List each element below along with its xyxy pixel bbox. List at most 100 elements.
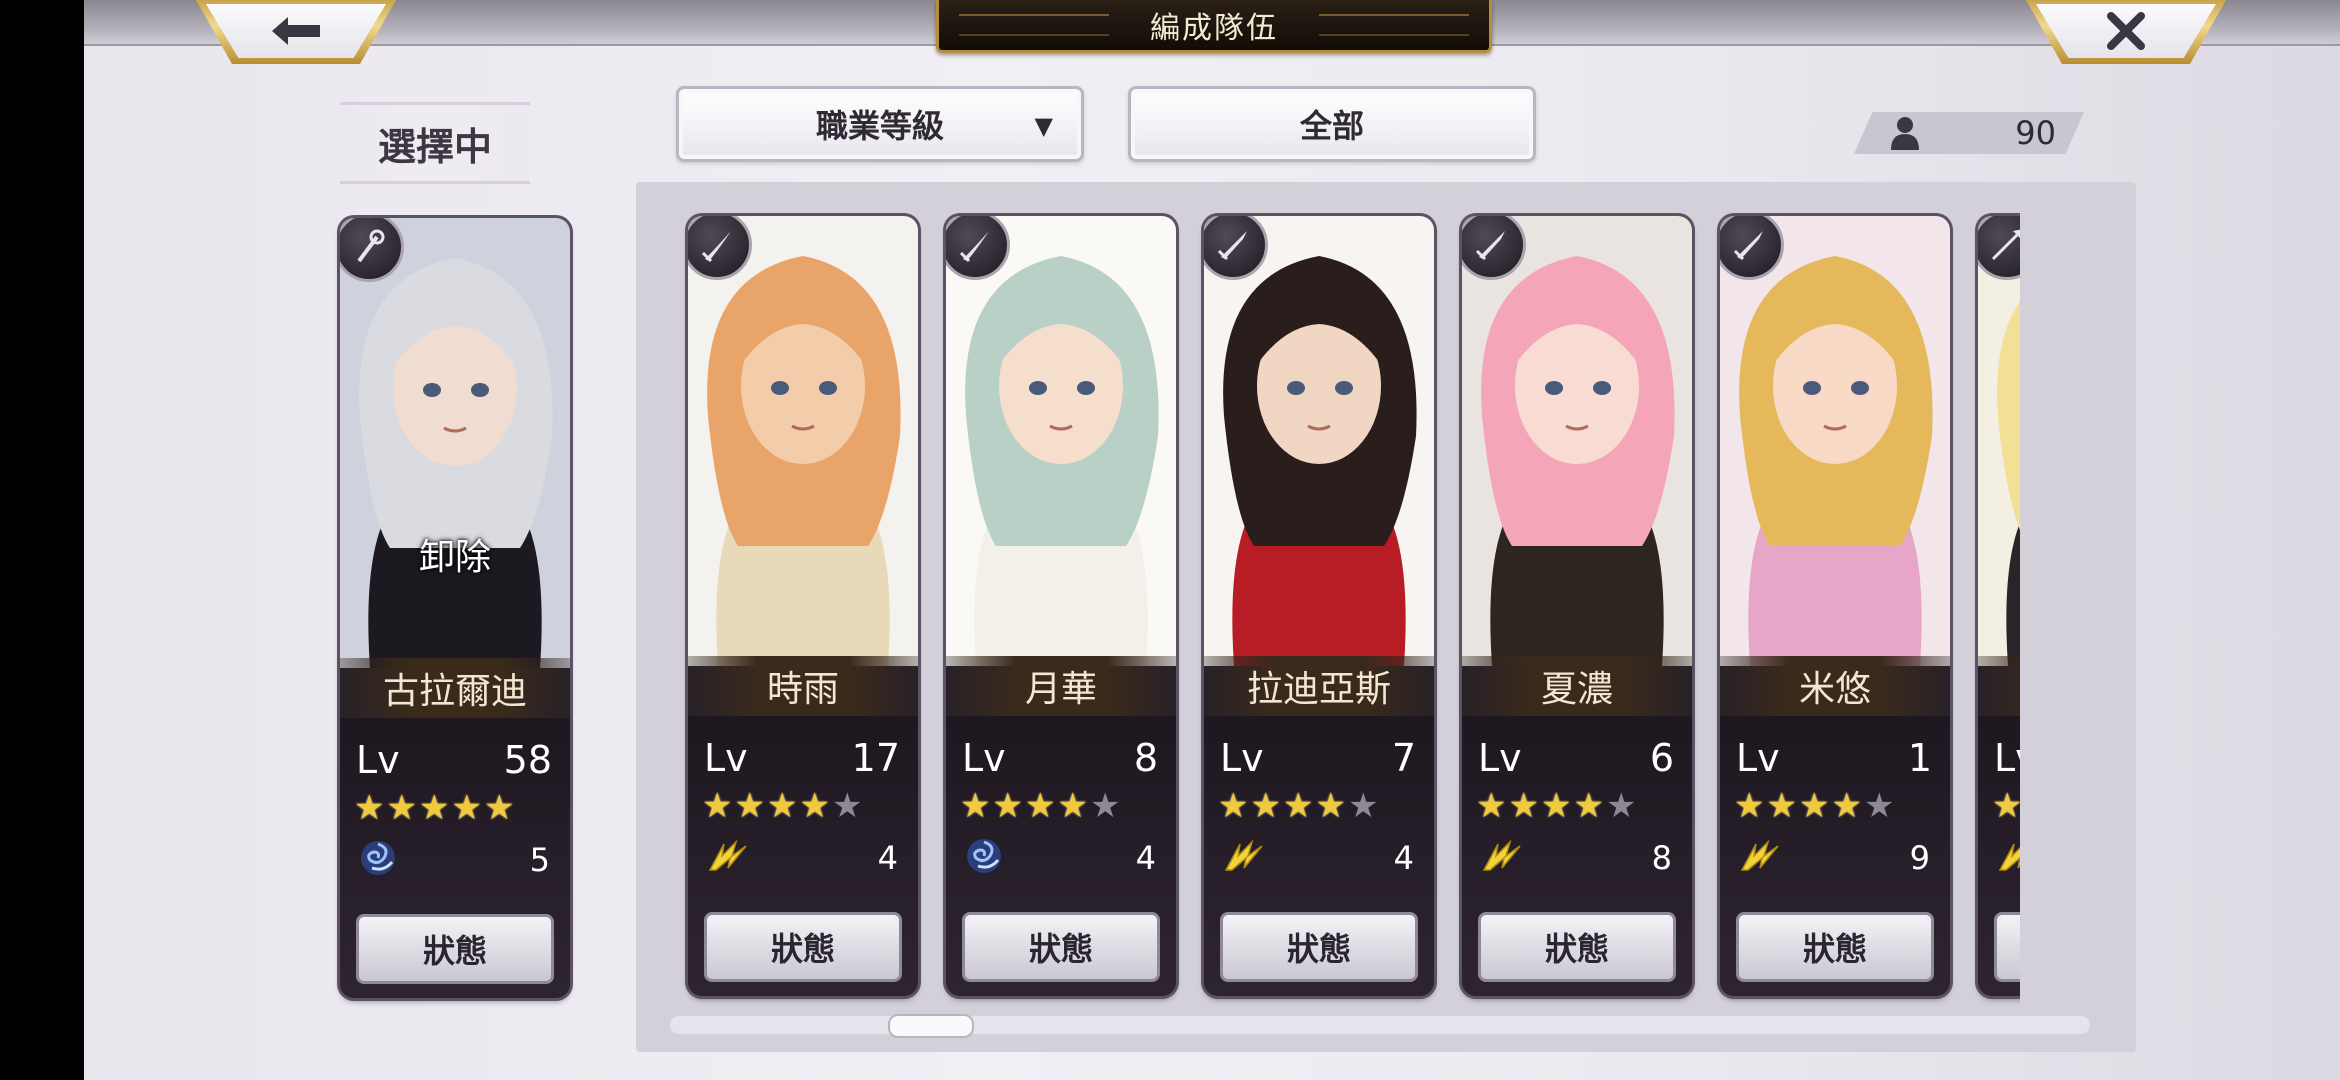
back-arrow-icon	[272, 17, 320, 45]
status-button[interactable]: 狀態	[704, 912, 902, 982]
level-value: 7	[1391, 736, 1416, 780]
character-name: 拉迪亞斯	[1204, 656, 1434, 716]
star-icon: ★	[799, 786, 832, 826]
star-rating: ★★★★★	[1476, 786, 1638, 826]
level-row: Lv 7	[1220, 736, 1416, 780]
filter-all-label: 全部	[1299, 107, 1364, 145]
lightning-wing-icon	[1996, 838, 2020, 878]
star-icon: ★	[1347, 786, 1381, 826]
star-icon: ★	[1540, 786, 1574, 826]
unit-card[interactable]: 夏濃 Lv 6 ★★★★★ 8 狀態	[1462, 216, 1692, 996]
level-label: Lv	[356, 738, 400, 782]
person-icon	[1891, 117, 1919, 150]
character-name: 夏濃	[1462, 656, 1692, 716]
card-info: Lv 58 ★★★★★ 5 狀態	[340, 718, 570, 998]
filter-all-button[interactable]: 全部	[1128, 86, 1536, 162]
star-icon: ★	[1734, 786, 1767, 826]
lightning-wing-icon	[1222, 838, 1266, 878]
star-icon: ★	[960, 786, 993, 826]
scroll-thumb[interactable]	[887, 1014, 974, 1038]
star-icon: ★	[831, 786, 865, 826]
star-rating: ★★★★★	[354, 788, 516, 828]
star-icon: ★	[1992, 786, 2020, 826]
close-icon	[2107, 12, 2145, 50]
star-icon: ★	[1315, 786, 1348, 826]
spear-icon	[1978, 216, 2020, 280]
character-name: 月華	[946, 656, 1176, 716]
star-icon: ★	[386, 788, 419, 828]
unit-card[interactable]: 時雨 Lv 17 ★★★★★ 4 狀態	[688, 216, 918, 996]
level-value: 6	[1649, 736, 1674, 780]
unit-card[interactable]: 月華 Lv 8 ★★★★★ 4 狀態	[946, 216, 1176, 996]
star-icon: ★	[1282, 786, 1316, 826]
level-row: Lv 17	[704, 736, 900, 780]
character-name: 時雨	[688, 656, 918, 716]
spiral-water-icon	[358, 838, 398, 882]
status-button[interactable]: 狀態	[1736, 912, 1934, 982]
star-icon: ★	[1218, 786, 1251, 826]
card-info: Lv 17 ★★★★★ 4 狀態	[688, 716, 918, 996]
character-name: 米悠	[1720, 656, 1950, 716]
lightning-wing-icon	[706, 838, 750, 878]
back-button[interactable]	[196, 0, 396, 64]
star-icon: ★	[483, 788, 517, 828]
attribute-row: 5	[358, 838, 550, 882]
status-button[interactable]: 狀態	[1478, 912, 1676, 982]
status-button[interactable]: 狀態	[962, 912, 1160, 982]
attribute-value: 5	[529, 841, 550, 879]
unit-list: 時雨 Lv 17 ★★★★★ 4 狀態 月華 Lv 8 ★★★★★ 4 狀態 拉迪亞斯 Lv 7 ★★★★★ 4…	[600, 210, 2020, 1010]
unit-card[interactable]: 提拉米 Lv ★★★★★ 狀態	[1978, 216, 2020, 996]
dropdown-arrow-icon: ▼	[1034, 111, 1053, 140]
attribute-row: 8	[1480, 836, 1672, 880]
star-icon: ★	[1057, 786, 1090, 826]
star-rating: ★★★★★	[1992, 786, 2020, 826]
spiral-water-icon	[964, 836, 1004, 880]
scroll-track[interactable]	[670, 1016, 2090, 1034]
level-label: Lv	[962, 736, 1006, 780]
star-icon: ★	[734, 786, 767, 826]
level-label: Lv	[1994, 736, 2020, 780]
attribute-value: 4	[1135, 839, 1156, 877]
selected-label: 選擇中	[340, 102, 530, 184]
unit-card[interactable]: 米悠 Lv 1 ★★★★★ 9 狀態	[1720, 216, 1950, 996]
star-icon: ★	[1605, 786, 1639, 826]
attribute-row: 4	[706, 836, 898, 880]
unit-count-value: 90	[2015, 114, 2056, 152]
star-icon: ★	[1831, 786, 1864, 826]
star-icon: ★	[1863, 786, 1897, 826]
level-label: Lv	[1736, 736, 1780, 780]
attribute-row: 4	[964, 836, 1156, 880]
unit-card[interactable]: 拉迪亞斯 Lv 7 ★★★★★ 4 狀態	[1204, 216, 1434, 996]
status-button[interactable]: 狀態	[356, 914, 554, 984]
lightning-wing-icon	[1738, 838, 1782, 878]
star-icon: ★	[702, 786, 735, 826]
selected-unit-card[interactable]: 卸除 古拉爾迪 Lv 58 ★★★★★ 5 狀態	[340, 218, 570, 998]
attribute-value: 8	[1651, 839, 1672, 877]
character-name: 提拉米	[1978, 656, 2020, 716]
remove-label[interactable]: 卸除	[340, 528, 570, 580]
star-rating: ★★★★★	[960, 786, 1122, 826]
star-rating: ★★★★★	[1734, 786, 1896, 826]
star-icon: ★	[418, 788, 452, 828]
level-label: Lv	[1478, 736, 1522, 780]
level-value: 1	[1907, 736, 1932, 780]
star-icon: ★	[1573, 786, 1606, 826]
card-info: Lv 8 ★★★★★ 4 狀態	[946, 716, 1176, 996]
status-button[interactable]: 狀態	[1220, 912, 1418, 982]
level-row: Lv 6	[1478, 736, 1674, 780]
star-icon: ★	[1250, 786, 1283, 826]
status-button[interactable]: 狀態	[1994, 912, 2020, 982]
level-value: 8	[1133, 736, 1158, 780]
card-info: Lv 1 ★★★★★ 9 狀態	[1720, 716, 1950, 996]
class-level-sort-label: 職業等級	[815, 107, 944, 145]
star-icon: ★	[1089, 786, 1123, 826]
level-value: 17	[851, 736, 900, 780]
title-plate: 編成隊伍	[936, 0, 1492, 53]
class-level-sort-dropdown[interactable]: 職業等級 ▼	[676, 86, 1084, 162]
card-info: Lv 7 ★★★★★ 4 狀態	[1204, 716, 1434, 996]
attribute-row: 9	[1738, 836, 1930, 880]
star-icon: ★	[354, 788, 387, 828]
unit-count: 90	[1854, 112, 2084, 154]
star-icon: ★	[766, 786, 800, 826]
close-button[interactable]	[2026, 0, 2226, 64]
